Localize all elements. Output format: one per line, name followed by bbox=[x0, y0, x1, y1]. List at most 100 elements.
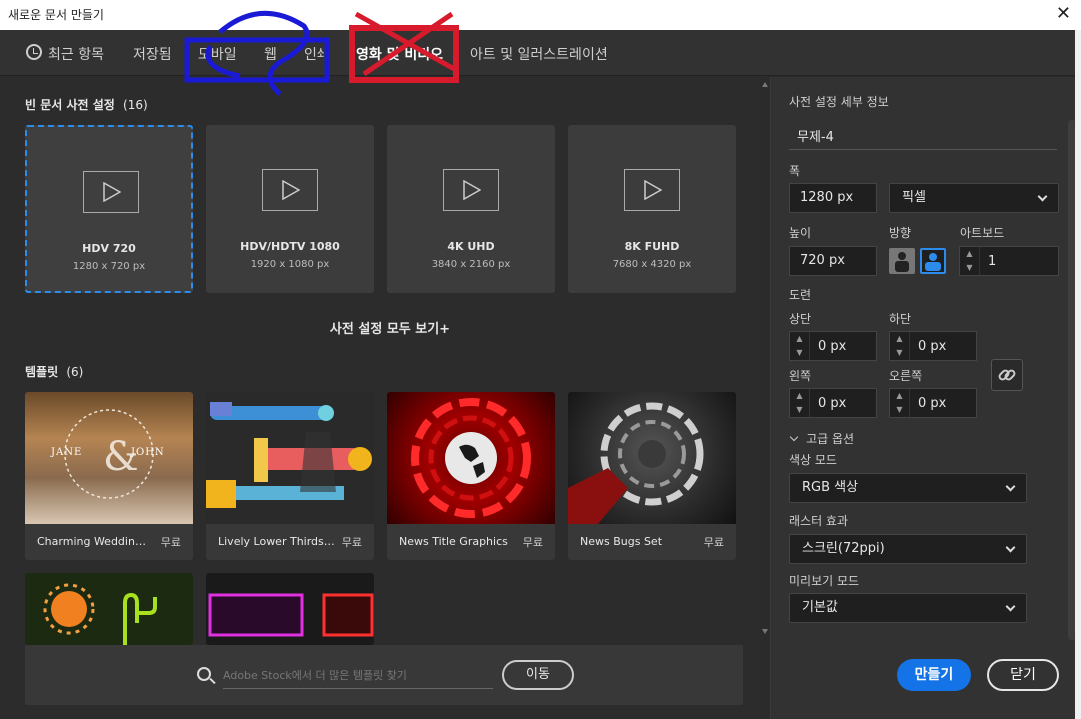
close-icon[interactable]: ✕ bbox=[1056, 3, 1071, 24]
increment-icon[interactable]: ▲ bbox=[890, 389, 909, 403]
neon-frames-thumbnail bbox=[206, 573, 374, 645]
video-preset-icon bbox=[443, 169, 499, 211]
preset-name: 8K FUHD bbox=[624, 240, 680, 253]
stock-search-input[interactable] bbox=[223, 663, 493, 689]
template-card[interactable]: News Title Graphics 무료 bbox=[387, 392, 555, 560]
template-card[interactable] bbox=[206, 573, 374, 645]
height-field[interactable]: 720 px bbox=[789, 246, 877, 276]
chevron-down-icon bbox=[1005, 601, 1016, 612]
category-tabs: 최근 항목 저장됨 모바일 웹 인쇄 영화 및 비디오 아트 및 일러스트레이션 bbox=[0, 30, 1081, 76]
tab-mobile[interactable]: 모바일 bbox=[198, 44, 237, 64]
preset-dims: 7680 x 4320 px bbox=[612, 259, 692, 270]
portrait-icon[interactable] bbox=[889, 248, 915, 274]
bleed-label: 도련 bbox=[789, 288, 812, 302]
unit-value: 픽셀 bbox=[902, 190, 926, 205]
tab-saved[interactable]: 저장됨 bbox=[133, 44, 172, 64]
preset-dims: 1280 x 720 px bbox=[72, 261, 146, 272]
neon-thumbnail bbox=[25, 573, 193, 645]
preset-card[interactable]: HDV/HDTV 1080 1920 x 1080 px bbox=[206, 125, 374, 293]
increment-icon[interactable]: ▲ bbox=[790, 332, 809, 346]
preset-card[interactable]: 8K FUHD 7680 x 4320 px bbox=[568, 125, 736, 293]
height-label: 높이 bbox=[789, 226, 812, 240]
stock-search-bar: 이동 bbox=[25, 645, 743, 705]
bleed-top-value: 0 px bbox=[818, 339, 847, 354]
decrement-icon[interactable]: ▼ bbox=[790, 403, 809, 417]
bleed-top-stepper[interactable]: ▲ ▼ 0 px bbox=[789, 331, 877, 361]
bleed-right-stepper[interactable]: ▲ ▼ 0 px bbox=[889, 388, 977, 418]
window-title: 새로운 문서 만들기 bbox=[8, 8, 104, 22]
bleed-right-value: 0 px bbox=[918, 396, 947, 411]
template-card[interactable]: News Bugs Set 무료 bbox=[568, 392, 736, 560]
decrement-icon[interactable]: ▼ bbox=[890, 346, 909, 360]
artboard-value: 1 bbox=[988, 254, 997, 269]
increment-icon[interactable]: ▲ bbox=[960, 247, 979, 261]
color-mode-select[interactable]: RGB 색상 bbox=[789, 473, 1027, 503]
tab-film-video[interactable]: 영화 및 비디오 bbox=[356, 44, 443, 64]
tab-recent[interactable]: 최근 항목 bbox=[48, 44, 104, 64]
template-card[interactable]: Lively Lower Thirds Set 무료 bbox=[206, 392, 374, 560]
template-card[interactable]: & JANE JOHN Charming Wedding T... 무료 bbox=[25, 392, 193, 560]
orientation-label: 방향 bbox=[889, 226, 912, 240]
raster-select[interactable]: 스크린(72ppi) bbox=[789, 534, 1027, 564]
preset-dims: 3840 x 2160 px bbox=[431, 259, 511, 270]
increment-icon[interactable]: ▲ bbox=[890, 332, 909, 346]
news-bugs-thumbnail bbox=[568, 392, 736, 524]
template-name: News Title Graphics bbox=[399, 535, 508, 548]
color-mode-label: 색상 모드 bbox=[789, 453, 837, 467]
decrement-icon[interactable]: ▼ bbox=[890, 403, 909, 417]
left-scrollbar[interactable] bbox=[760, 77, 770, 647]
bleed-bottom-value: 0 px bbox=[918, 339, 947, 354]
raster-label: 래스터 효과 bbox=[789, 514, 849, 528]
width-field[interactable]: 1280 px bbox=[789, 183, 877, 213]
video-preset-icon bbox=[83, 171, 139, 213]
left-label: 왼쪽 bbox=[789, 369, 812, 383]
tab-print[interactable]: 인쇄 bbox=[304, 44, 330, 64]
preview-label: 미리보기 모드 bbox=[789, 574, 860, 588]
doc-name-field[interactable]: 무제-4 bbox=[789, 118, 1057, 150]
create-button[interactable]: 만들기 bbox=[897, 659, 971, 691]
tab-art-illustration[interactable]: 아트 및 일러스트레이션 bbox=[470, 44, 608, 64]
templates-count: (6) bbox=[66, 365, 84, 379]
advanced-options-label: 고급 옵션 bbox=[806, 432, 855, 446]
template-price: 무료 bbox=[341, 536, 362, 549]
tab-web[interactable]: 웹 bbox=[264, 44, 277, 64]
preset-dims: 1920 x 1080 px bbox=[250, 259, 330, 270]
template-price: 무료 bbox=[522, 536, 543, 549]
lower-thirds-thumbnail bbox=[206, 392, 374, 524]
bleed-left-stepper[interactable]: ▲ ▼ 0 px bbox=[789, 388, 877, 418]
artboard-stepper[interactable]: ▲ ▼ 1 bbox=[959, 246, 1059, 276]
preset-card[interactable]: HDV 720 1280 x 720 px bbox=[25, 125, 193, 293]
go-button[interactable]: 이동 bbox=[502, 660, 574, 690]
artboard-label: 아트보드 bbox=[960, 226, 1005, 240]
link-icon[interactable] bbox=[991, 359, 1023, 391]
details-heading: 사전 설정 세부 정보 bbox=[789, 95, 889, 109]
bleed-left-value: 0 px bbox=[818, 396, 847, 411]
chevron-down-icon bbox=[1005, 481, 1016, 492]
news-title-thumbnail bbox=[387, 392, 555, 524]
preset-card[interactable]: 4K UHD 3840 x 2160 px bbox=[387, 125, 555, 293]
landscape-icon[interactable] bbox=[920, 248, 946, 274]
view-all-presets-link[interactable]: 사전 설정 모두 보기+ bbox=[0, 318, 780, 337]
preset-name: HDV/HDTV 1080 bbox=[240, 240, 340, 253]
bleed-bottom-stepper[interactable]: ▲ ▼ 0 px bbox=[889, 331, 977, 361]
decrement-icon[interactable]: ▼ bbox=[960, 261, 979, 275]
video-preset-icon bbox=[262, 169, 318, 211]
templates-heading: 템플릿 (6) bbox=[25, 363, 83, 380]
bottom-label: 하단 bbox=[889, 312, 912, 326]
wedding-name-left: JANE bbox=[51, 447, 83, 458]
width-label: 폭 bbox=[789, 164, 801, 178]
preview-value: 기본값 bbox=[802, 600, 838, 615]
advanced-options-toggle[interactable]: 고급 옵션 bbox=[789, 428, 854, 447]
close-button[interactable]: 닫기 bbox=[987, 659, 1059, 691]
template-price: 무료 bbox=[703, 536, 724, 549]
presets-heading-text: 빈 문서 사전 설정 bbox=[25, 98, 115, 112]
preset-name: 4K UHD bbox=[447, 240, 495, 253]
template-name: News Bugs Set bbox=[580, 535, 663, 548]
decrement-icon[interactable]: ▼ bbox=[790, 346, 809, 360]
template-card[interactable] bbox=[25, 573, 193, 645]
template-name: Lively Lower Thirds Set bbox=[218, 535, 336, 548]
unit-select[interactable]: 픽셀 bbox=[889, 183, 1059, 213]
right-label: 오른쪽 bbox=[889, 369, 923, 383]
increment-icon[interactable]: ▲ bbox=[790, 389, 809, 403]
preview-select[interactable]: 기본값 bbox=[789, 593, 1027, 623]
